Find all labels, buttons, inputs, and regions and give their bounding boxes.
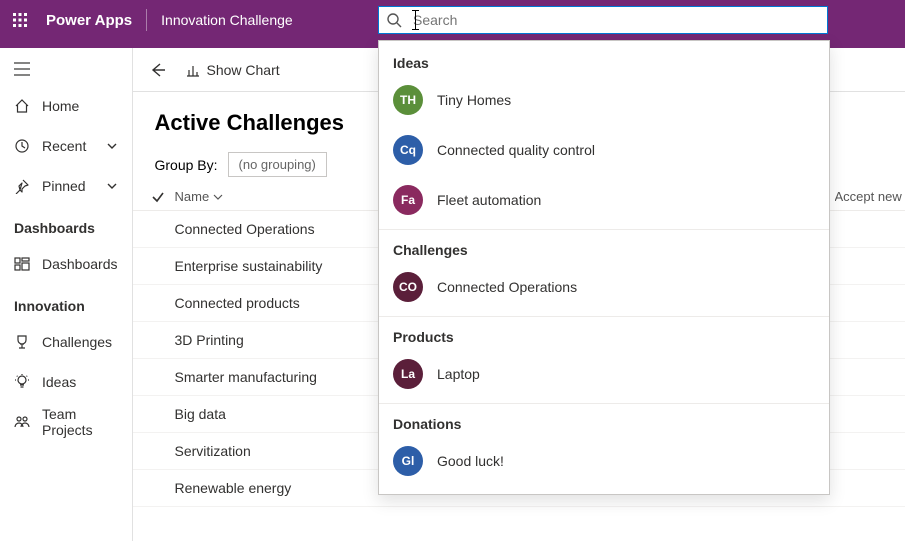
search-section-header: Ideas: [379, 47, 829, 75]
nav-dashboards[interactable]: Dashboards: [0, 244, 132, 284]
nav-challenges[interactable]: Challenges: [0, 322, 132, 362]
col-header-accept-until[interactable]: Accept new ideas to: [835, 189, 905, 204]
avatar: La: [393, 359, 423, 389]
search-icon: [379, 12, 409, 28]
nav-home-label: Home: [42, 98, 79, 114]
nav-collapse-button[interactable]: [0, 52, 132, 86]
search-result-label: Connected quality control: [437, 142, 595, 158]
app-name[interactable]: Innovation Challenge: [147, 12, 307, 28]
avatar: Cq: [393, 135, 423, 165]
avatar: Fa: [393, 185, 423, 215]
nav-home[interactable]: Home: [0, 86, 132, 126]
nav-pinned[interactable]: Pinned: [0, 166, 132, 206]
divider: [379, 403, 829, 404]
search-result-item[interactable]: Cq Connected quality control: [379, 125, 829, 175]
pin-icon: [14, 178, 30, 194]
search-section-header: Challenges: [379, 234, 829, 262]
avatar: Gl: [393, 446, 423, 476]
nav-ideas[interactable]: Ideas: [0, 362, 132, 402]
search-section-header: Products: [379, 321, 829, 349]
text-cursor: [415, 10, 416, 30]
clock-icon: [14, 138, 30, 154]
divider: [379, 229, 829, 230]
search-section-header: Donations: [379, 408, 829, 436]
people-icon: [14, 414, 30, 430]
product-name[interactable]: Power Apps: [40, 12, 146, 29]
nav-challenges-label: Challenges: [42, 334, 112, 350]
nav-section-innovation: Innovation: [0, 284, 132, 322]
nav-recent[interactable]: Recent: [0, 126, 132, 166]
nav-section-dashboards: Dashboards: [0, 206, 132, 244]
nav-dashboards-label: Dashboards: [42, 256, 118, 272]
chevron-down-icon: [106, 180, 118, 192]
lightbulb-icon: [14, 374, 30, 390]
divider: [379, 316, 829, 317]
select-all-checkbox[interactable]: [151, 190, 175, 204]
group-by-label: Group By:: [155, 157, 218, 173]
nav-recent-label: Recent: [42, 138, 86, 154]
search-result-item[interactable]: Fa Fleet automation: [379, 175, 829, 225]
search-result-label: Connected Operations: [437, 279, 577, 295]
search-result-item[interactable]: Gl Good luck!: [379, 436, 829, 486]
chevron-down-icon: [213, 192, 223, 202]
nav-team-projects[interactable]: Team Projects: [0, 402, 132, 442]
chart-icon: [185, 62, 201, 78]
search-result-item[interactable]: CO Connected Operations: [379, 262, 829, 312]
show-chart-button[interactable]: Show Chart: [185, 62, 280, 78]
nav-ideas-label: Ideas: [42, 374, 76, 390]
group-by-select[interactable]: (no grouping): [228, 152, 327, 177]
chevron-down-icon: [106, 140, 118, 152]
nav-pinned-label: Pinned: [42, 178, 86, 194]
dashboard-icon: [14, 256, 30, 272]
search-results-dropdown: Ideas TH Tiny Homes Cq Connected quality con…: [378, 40, 830, 495]
avatar: TH: [393, 85, 423, 115]
nav-team-projects-label: Team Projects: [42, 406, 118, 438]
global-search[interactable]: [378, 6, 828, 34]
avatar: CO: [393, 272, 423, 302]
left-nav: Home Recent Pinned Dashboards Dashboards…: [0, 48, 133, 541]
search-result-label: Fleet automation: [437, 192, 541, 208]
search-result-item[interactable]: TH Tiny Homes: [379, 75, 829, 125]
app-launcher-icon[interactable]: [0, 0, 40, 40]
search-input[interactable]: [409, 12, 827, 28]
search-result-item[interactable]: La Laptop: [379, 349, 829, 399]
show-chart-label: Show Chart: [207, 62, 280, 78]
trophy-icon: [14, 334, 30, 350]
home-icon: [14, 98, 30, 114]
search-result-label: Laptop: [437, 366, 480, 382]
search-result-label: Tiny Homes: [437, 92, 511, 108]
back-button[interactable]: [145, 57, 171, 83]
search-result-label: Good luck!: [437, 453, 504, 469]
